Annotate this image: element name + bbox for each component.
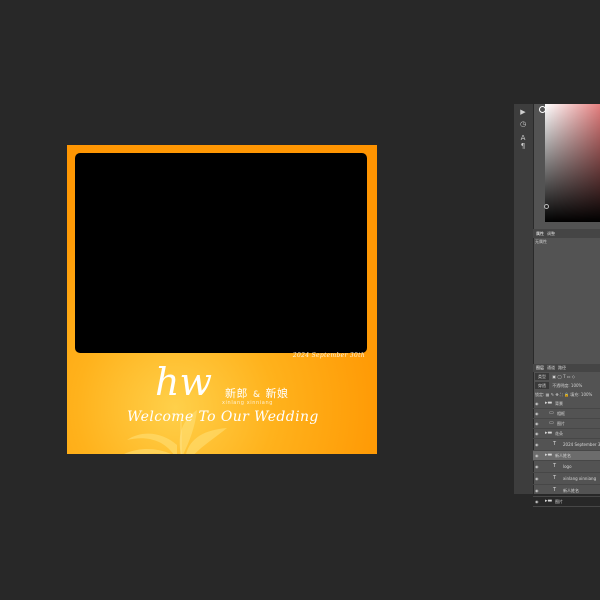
tab-channels[interactable]: 通道 [547,365,555,370]
blend-mode-select[interactable]: 穿透 [535,382,549,389]
lock-row: 锁定: ▦ ✎ ✥ ⛶ 🔒 填充: 100% [535,391,599,398]
tab-paths[interactable]: 路径 [558,365,566,370]
layer-name: 花朵 [555,431,563,436]
eye-icon[interactable]: ◉ [535,473,539,484]
couple-names-en: xinlang xinniang [222,400,273,406]
layer-row[interactable]: ◉ T 新人姓名 [533,485,600,497]
tab-adjustments[interactable]: 调整 [547,231,555,236]
tab-layers[interactable]: 图层 [536,365,544,370]
monogram-logo: hw [155,360,212,404]
couple-names-cn: 新郎 & 新娘 [225,385,289,401]
eye-icon[interactable]: ◉ [535,429,539,438]
folder-icon: ▸▬ [545,430,553,436]
layer-name: 相框 [557,411,565,416]
eye-icon[interactable]: ◉ [535,439,539,450]
eye-icon[interactable]: ◉ [535,461,539,472]
text-layer-icon: T [553,487,557,493]
lock-label: 锁定: [535,392,545,397]
wedding-date: 2024 September 30th [292,352,365,359]
layer-row[interactable]: ◉ ▭ 图片 [533,419,600,429]
layers-list: ◉ ▸▬ 背景 ◉ ▭ 相框 ◉ ▭ 图片 ◉ ▸▬ 花朵 ◉ T 2024 S… [533,399,600,507]
layers-tabs: 图层 通道 路径 [533,364,600,372]
text-layer-icon: T [553,463,557,469]
panel-icon-strip: ▶ ◷ A ¶ [514,104,534,494]
folder-icon: ▸▬ [545,400,553,406]
layer-name: 新人姓名 [555,453,571,458]
text-layer-icon: T [553,475,557,481]
eye-icon[interactable]: ◉ [535,399,539,408]
character-icon[interactable]: A [518,134,528,142]
eye-icon[interactable]: ◉ [535,409,539,418]
properties-empty-label: 无属性 [535,239,547,244]
fill-field[interactable]: 填充: 100% [570,392,592,397]
paragraph-icon[interactable]: ¶ [518,142,528,150]
layer-name: 图片 [557,421,565,426]
groom-name: 新郎 [225,387,248,400]
layer-row[interactable]: ◉ ▸▬ 图片 [533,497,600,507]
layer-row[interactable]: ◉ T logo [533,461,600,473]
filter-icons[interactable]: ▣ ◯ T ▭ ◇ [552,374,575,379]
welcome-text: Welcome To Our Wedding [127,409,319,425]
color-picker-field[interactable] [545,104,600,222]
color-picker-marker[interactable] [539,106,546,113]
play-icon[interactable]: ▶ [518,108,528,116]
layer-name: logo [563,464,572,469]
layer-name: 新人姓名 [563,488,579,493]
layer-name: xinlang xinniang [563,476,597,481]
lock-icons[interactable]: ▦ ✎ ✥ ⛶ 🔒 [546,392,569,397]
layer-row[interactable]: ◉ ▸▬ 新人姓名 [533,451,600,461]
eye-icon[interactable]: ◉ [535,485,539,496]
layer-row[interactable]: ◉ ▸▬ 背景 [533,399,600,409]
properties-tabs: 属性 调整 [533,229,600,238]
folder-icon: ▸▬ [545,452,553,458]
tab-properties[interactable]: 属性 [536,231,544,236]
eye-icon[interactable]: ◉ [535,497,539,506]
names-separator: & [253,390,261,400]
layer-name: 图片 [555,499,563,504]
layer-row[interactable]: ◉ ▭ 相框 [533,409,600,419]
text-layer-icon: T [553,441,557,447]
eye-icon[interactable]: ◉ [535,419,539,428]
folder-icon: ▸▬ [545,498,553,504]
shape-icon: ▭ [549,420,554,426]
layer-name: 2024 September 30th [563,442,600,447]
layer-filter-select[interactable]: 类型 [535,373,549,380]
history-icon[interactable]: ◷ [518,120,528,128]
hue-slider-marker[interactable] [544,204,549,209]
workspace-canvas[interactable]: 2024 September 30th hw 新郎 & 新娘 xinlang xin… [0,0,600,600]
bride-name: 新娘 [265,387,289,400]
artboard[interactable]: 2024 September 30th hw 新郎 & 新娘 xinlang xin… [67,145,377,454]
layer-row[interactable]: ◉ ▸▬ 花朵 [533,429,600,439]
layer-filter-row: 类型 ▣ ◯ T ▭ ◇ [535,373,599,380]
opacity-field[interactable]: 不透明度: 100% [552,383,582,388]
layer-row[interactable]: ◉ T 2024 September 30th [533,439,600,451]
blend-row: 穿透 不透明度: 100% [535,382,599,389]
layer-row[interactable]: ◉ T xinlang xinniang [533,473,600,485]
eye-icon[interactable]: ◉ [535,451,539,460]
shape-icon: ▭ [549,410,554,416]
layer-name: 背景 [555,401,563,406]
photo-placeholder[interactable] [75,153,367,353]
